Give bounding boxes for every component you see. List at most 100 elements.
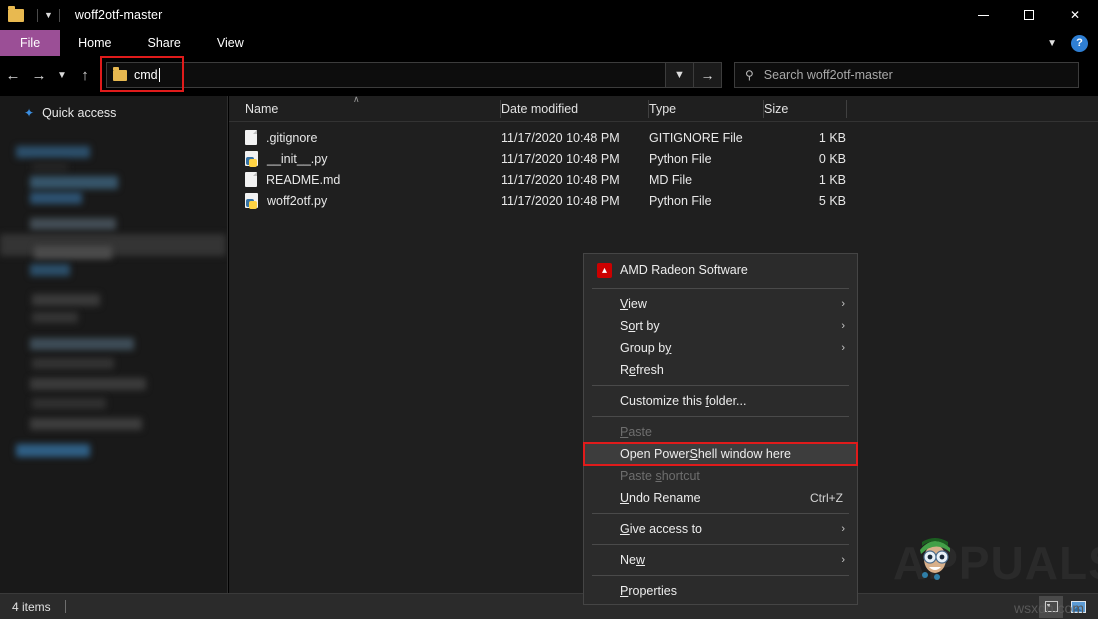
menu-separator [592,416,849,417]
search-input[interactable]: ⚲ Search woff2otf-master [734,62,1079,88]
file-type-cell: Python File [649,152,712,166]
redacted-sidebar-entry [30,418,142,430]
address-highlight-box [100,56,184,92]
tab-share[interactable]: Share [130,30,199,56]
table-row[interactable]: woff2otf.py 11/17/2020 10:48 PM Python F… [229,190,1098,211]
menu-separator [592,575,849,576]
amd-radeon-icon: ▴ [597,263,612,278]
column-divider[interactable] [846,100,847,118]
menu-separator [592,544,849,545]
file-size-cell: 0 KB [764,152,846,166]
menu-item-refresh[interactable]: Refresh [584,359,857,381]
redacted-sidebar-entry [32,294,100,306]
file-name-cell: .gitignore [245,130,317,145]
window-controls: ✕ [960,0,1098,30]
menu-item-label: New [620,553,645,567]
menu-item-group-by[interactable]: Group by › [584,337,857,359]
python-file-icon [245,151,258,166]
menu-item-label: Refresh [620,363,664,377]
up-button[interactable]: ↑ [72,61,98,89]
arrow-right-icon: → [32,67,47,84]
redacted-sidebar-entry [30,378,146,390]
context-menu[interactable]: ▴ AMD Radeon Software View › Sort by › G… [583,253,858,605]
table-row[interactable]: .gitignore 11/17/2020 10:48 PM GITIGNORE… [229,127,1098,148]
back-button[interactable]: ← [0,61,26,89]
chevron-down-icon: ▼ [674,69,685,81]
address-dropdown-button[interactable]: ▼ [666,62,694,88]
menu-item-label: Properties [620,584,677,598]
file-size-cell: 1 KB [764,131,846,145]
menu-separator [592,513,849,514]
file-size-cell: 5 KB [764,194,846,208]
minimize-button[interactable] [960,0,1006,30]
forward-button[interactable]: → [26,61,52,89]
arrow-up-icon: ↑ [81,67,89,84]
menu-item-label: Customize this folder... [620,394,746,408]
redacted-sidebar-entry [30,264,70,276]
maximize-button[interactable] [1006,0,1052,30]
status-bar: 4 items [0,593,1098,619]
menu-item-amd-radeon-software[interactable]: ▴ AMD Radeon Software [584,256,857,284]
arrow-right-icon: → [701,67,715,83]
chevron-down-icon[interactable]: ▼ [44,11,53,20]
file-type-cell: Python File [649,194,712,208]
file-date-cell: 11/17/2020 10:48 PM [501,131,620,145]
menu-item-properties[interactable]: Properties [584,580,857,602]
toolbar-divider [59,9,60,22]
column-label: Type [649,102,676,116]
column-header-name[interactable]: Name ∧ [229,96,500,122]
menu-item-undo-rename[interactable]: Undo Rename Ctrl+Z [584,487,857,509]
redacted-sidebar-entry [32,358,114,369]
file-date-cell: 11/17/2020 10:48 PM [501,173,620,187]
chevron-right-icon: › [841,298,845,310]
recent-locations-button[interactable]: ▼ [52,61,72,89]
chevron-right-icon: › [841,523,845,535]
folder-icon [8,9,24,22]
menu-item-sort-by[interactable]: Sort by › [584,315,857,337]
redacted-sidebar-entry [32,312,78,323]
status-divider [65,600,66,613]
navigation-pane[interactable]: ✦ Quick access [0,96,228,593]
large-icons-view-button[interactable] [1066,596,1090,618]
redacted-sidebar-entry [16,444,90,457]
chevron-right-icon: › [841,342,845,354]
column-label: Date modified [501,102,578,116]
details-view-button[interactable] [1039,596,1063,618]
sidebar-item-label: Quick access [42,106,116,120]
column-label: Size [764,102,788,116]
menu-item-label: Group by [620,341,671,355]
tab-home[interactable]: Home [60,30,129,56]
file-name-cell: __init__.py [245,151,327,166]
redacted-sidebar-entry [30,176,118,189]
menu-item-open-powershell-window-here[interactable]: Open PowerShell window here [584,443,857,465]
file-name: woff2otf.py [267,194,327,208]
file-date-cell: 11/17/2020 10:48 PM [501,152,620,166]
ribbon-right-controls: ▼ ? [1041,30,1094,56]
redacted-sidebar-entry [30,338,134,350]
menu-item-customize-this-folder[interactable]: Customize this folder... [584,390,857,412]
menu-item-view[interactable]: View › [584,293,857,315]
menu-item-give-access-to[interactable]: Give access to › [584,518,857,540]
redacted-sidebar-entry [32,162,68,172]
file-rows: .gitignore 11/17/2020 10:48 PM GITIGNORE… [229,122,1098,211]
tab-file[interactable]: File [0,30,60,56]
column-header-date-modified[interactable]: Date modified [501,96,648,122]
chevron-right-icon: › [841,554,845,566]
help-button[interactable]: ? [1071,35,1088,52]
menu-item-new[interactable]: New › [584,549,857,571]
chevron-down-icon[interactable]: ▼ [1041,38,1063,49]
address-go-button[interactable]: → [694,62,722,88]
column-header-size[interactable]: Size [764,96,846,122]
search-icon: ⚲ [745,68,754,82]
table-row[interactable]: README.md 11/17/2020 10:48 PM MD File 1 … [229,169,1098,190]
star-icon: ✦ [24,106,34,120]
redacted-sidebar-entry [30,218,116,230]
search-placeholder: Search woff2otf-master [764,68,893,82]
table-row[interactable]: __init__.py 11/17/2020 10:48 PM Python F… [229,148,1098,169]
tab-view[interactable]: View [199,30,262,56]
menu-item-label: Paste [620,425,652,439]
column-header-type[interactable]: Type [649,96,763,122]
sidebar-item-quick-access[interactable]: ✦ Quick access [0,96,227,130]
close-button[interactable]: ✕ [1052,0,1098,30]
address-input[interactable]: cmd [106,62,666,88]
